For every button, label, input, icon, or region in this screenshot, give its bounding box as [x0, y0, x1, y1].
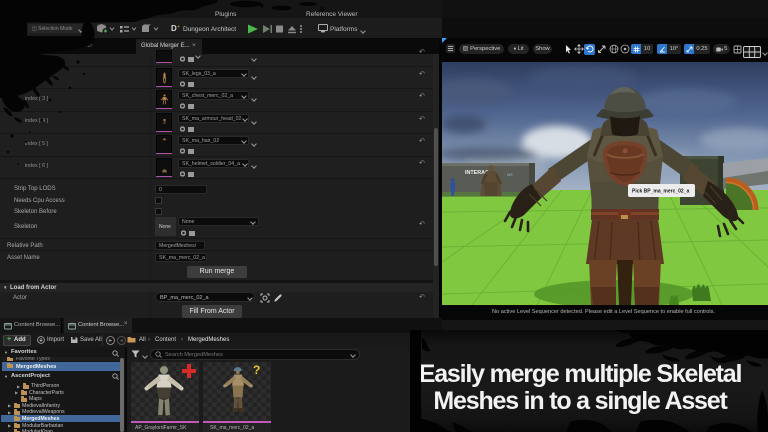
- svg-text:Pick BP_ma_merc_02_a: Pick BP_ma_merc_02_a: [632, 189, 689, 195]
- svg-text:ME: ME: [507, 172, 513, 177]
